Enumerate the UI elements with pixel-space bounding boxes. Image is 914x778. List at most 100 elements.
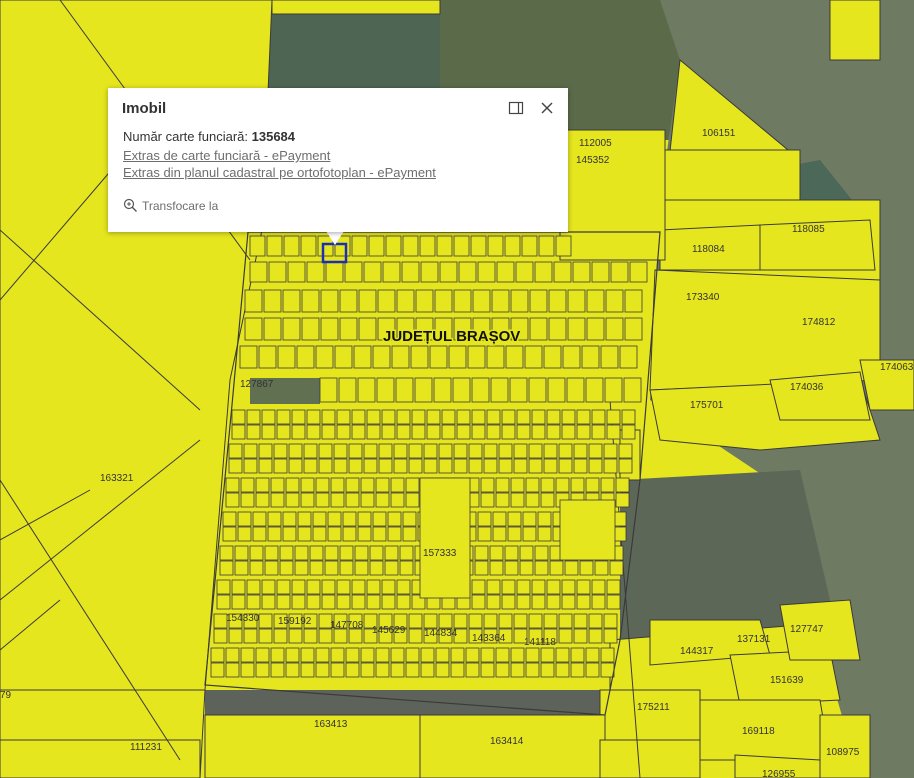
- subdivision-lot: [213, 628, 228, 644]
- parcel-label: 159192: [278, 616, 312, 627]
- parcel-label: 163414: [490, 736, 524, 747]
- dock-icon: [508, 101, 524, 115]
- parcel-label: 143364: [472, 633, 506, 644]
- subdivision-lot: [273, 628, 288, 644]
- subdivision-lot: [586, 317, 605, 341]
- subdivision-lot: [516, 579, 531, 595]
- subdivision-lot: [336, 579, 351, 595]
- subdivision-lot: [615, 492, 630, 508]
- subdivision-lot: [467, 345, 486, 369]
- subdivision-lot: [562, 345, 581, 369]
- subdivision-lot: [543, 345, 562, 369]
- subdivision-lot: [231, 424, 246, 440]
- subdivision-lot: [516, 594, 531, 610]
- subdivision-lot: [576, 409, 591, 425]
- subdivision-lot: [529, 289, 548, 313]
- subdivision-lot: [540, 477, 555, 493]
- subdivision-lot: [498, 613, 513, 629]
- subdivision-lot: [266, 235, 283, 257]
- subdivision-lot: [489, 545, 504, 561]
- parcel-label: 118085: [792, 224, 825, 235]
- subdivision-lot: [415, 289, 434, 313]
- link-extras-plan-cadastral[interactable]: Extras din planul cadastral pe ortofotop…: [123, 165, 436, 180]
- link-extras-carte-funciara[interactable]: Extras de carte funciară - ePayment: [123, 148, 330, 163]
- subdivision-lot: [591, 409, 606, 425]
- subdivision-lot: [585, 662, 600, 678]
- subdivision-lot: [339, 317, 358, 341]
- subdivision-lot: [258, 613, 273, 629]
- subdivision-lot: [480, 647, 495, 663]
- subdivision-lot: [324, 560, 339, 576]
- subdivision-lot: [234, 545, 249, 561]
- subdivision-lot: [426, 409, 441, 425]
- subdivision-lot: [396, 424, 411, 440]
- subdivision-lot: [603, 443, 618, 459]
- subdivision-lot: [438, 613, 453, 629]
- subdivision-lot: [243, 458, 258, 474]
- subdivision-lot: [519, 545, 534, 561]
- subdivision-lot: [610, 261, 629, 283]
- subdivision-lot: [606, 594, 621, 610]
- subdivision-lot: [246, 409, 261, 425]
- subdivision-lot: [270, 662, 285, 678]
- subdivision-lot: [297, 526, 312, 542]
- subdivision-lot: [489, 560, 504, 576]
- subdivision-lot: [387, 526, 402, 542]
- subdivision-lot: [618, 443, 633, 459]
- subdivision-lot: [325, 261, 344, 283]
- subdivision-lot: [231, 594, 246, 610]
- subdivision-lot: [387, 511, 402, 527]
- subdivision-lot: [225, 662, 240, 678]
- subdivision-lot: [390, 647, 405, 663]
- parcel-label: 145352: [576, 155, 610, 166]
- parcel-label: 163321: [100, 473, 134, 484]
- subdivision-lot: [300, 492, 315, 508]
- subdivision-lot: [558, 628, 573, 644]
- subdivision-lot: [237, 511, 252, 527]
- subdivision-lot: [255, 647, 270, 663]
- subdivision-lot: [495, 662, 510, 678]
- subdivision-lot: [321, 424, 336, 440]
- subdivision-lot: [282, 526, 297, 542]
- dock-button[interactable]: [507, 99, 525, 117]
- subdivision-lot: [609, 560, 624, 576]
- subdivision-lot: [330, 492, 345, 508]
- subdivision-lot: [381, 424, 396, 440]
- subdivision-lot: [504, 235, 521, 257]
- subdivision-lot: [268, 261, 287, 283]
- subdivision-lot: [603, 628, 618, 644]
- subdivision-lot: [267, 526, 282, 542]
- subdivision-lot: [492, 511, 507, 527]
- subdivision-lot: [486, 345, 505, 369]
- subdivision-lot: [423, 443, 438, 459]
- subdivision-lot: [525, 662, 540, 678]
- subdivision-lot: [366, 424, 381, 440]
- subdivision-lot: [261, 409, 276, 425]
- subdivision-lot: [468, 613, 483, 629]
- subdivision-lot: [249, 545, 264, 561]
- subdivision-lot: [234, 560, 249, 576]
- subdivision-lot: [529, 317, 548, 341]
- subdivision-lot: [402, 526, 417, 542]
- subdivision-lot: [543, 443, 558, 459]
- subdivision-lot: [216, 594, 231, 610]
- subdivision-lot: [438, 443, 453, 459]
- close-button[interactable]: [537, 98, 557, 118]
- zoom-to-button[interactable]: Transfocare la: [123, 198, 218, 213]
- subdivision-lot: [369, 545, 384, 561]
- subdivision-lot: [219, 545, 234, 561]
- zoom-in-icon: [123, 198, 137, 212]
- subdivision-lot: [300, 477, 315, 493]
- subdivision-lot: [376, 377, 395, 403]
- subdivision-lot: [401, 261, 420, 283]
- subdivision-lot: [448, 345, 467, 369]
- subdivision-lot: [470, 235, 487, 257]
- parcel-label: 174063: [880, 362, 914, 373]
- zoom-to-label: Transfocare la: [142, 198, 219, 213]
- subdivision-lot: [519, 560, 534, 576]
- subdivision-lot: [282, 511, 297, 527]
- subdivision-lot: [345, 662, 360, 678]
- subdivision-lot: [573, 613, 588, 629]
- subdivision-lot: [277, 345, 296, 369]
- subdivision-lot: [471, 579, 486, 595]
